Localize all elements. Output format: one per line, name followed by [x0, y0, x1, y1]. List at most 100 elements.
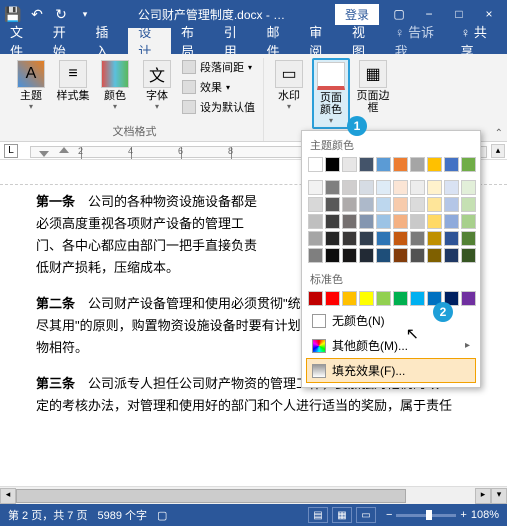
- tab-share[interactable]: ♀ 共享: [451, 28, 507, 54]
- color-swatch[interactable]: [393, 197, 408, 212]
- horizontal-scrollbar[interactable]: ◂ ▸ ▾: [0, 486, 507, 504]
- qat-dropdown-icon[interactable]: ▾: [76, 5, 94, 23]
- page-border-button[interactable]: ▦ 页面边框: [354, 58, 392, 116]
- color-swatch[interactable]: [359, 248, 374, 263]
- tab-design[interactable]: 设计: [128, 28, 171, 54]
- color-swatch[interactable]: [410, 214, 425, 229]
- redo-icon[interactable]: ↻: [52, 5, 70, 23]
- color-swatch[interactable]: [410, 248, 425, 263]
- first-line-indent[interactable]: [59, 147, 69, 153]
- color-swatch[interactable]: [410, 231, 425, 246]
- color-swatch[interactable]: [376, 248, 391, 263]
- color-swatch[interactable]: [325, 214, 340, 229]
- zoom-thumb[interactable]: [426, 510, 432, 520]
- scroll-right-icon[interactable]: ▸: [475, 488, 491, 504]
- tab-view[interactable]: 视图: [342, 28, 385, 54]
- set-default-button[interactable]: 设为默认值: [180, 98, 257, 116]
- maximize-button[interactable]: □: [445, 4, 473, 24]
- undo-icon[interactable]: ↶: [28, 5, 46, 23]
- stylesets-button[interactable]: ≡ 样式集: [54, 58, 92, 104]
- color-swatch[interactable]: [427, 197, 442, 212]
- page-indicator[interactable]: 第 2 页，共 7 页: [8, 507, 87, 523]
- scroll-down-icon[interactable]: ▾: [491, 488, 507, 504]
- color-swatch[interactable]: [342, 214, 357, 229]
- color-swatch[interactable]: [461, 291, 476, 306]
- fill-effects-item[interactable]: 填充效果(F)...: [306, 358, 476, 383]
- color-swatch[interactable]: [325, 180, 340, 195]
- scroll-up-icon[interactable]: ▴: [491, 144, 505, 158]
- color-swatch[interactable]: [410, 197, 425, 212]
- color-swatch[interactable]: [308, 197, 323, 212]
- watermark-button[interactable]: ▭ 水印 ▾: [270, 58, 308, 113]
- minimize-button[interactable]: −: [415, 4, 443, 24]
- tab-insert[interactable]: 插入: [86, 28, 129, 54]
- read-mode-icon[interactable]: ▤: [308, 507, 328, 523]
- color-swatch[interactable]: [410, 291, 425, 306]
- word-count[interactable]: 5989 个字: [97, 507, 147, 523]
- web-layout-icon[interactable]: ▭: [356, 507, 376, 523]
- color-swatch[interactable]: [376, 231, 391, 246]
- color-swatch[interactable]: [342, 248, 357, 263]
- color-swatch[interactable]: [444, 197, 459, 212]
- color-swatch[interactable]: [393, 214, 408, 229]
- tab-layout[interactable]: 布局: [171, 28, 214, 54]
- color-swatch[interactable]: [325, 197, 340, 212]
- color-swatch[interactable]: [342, 291, 357, 306]
- color-swatch[interactable]: [308, 214, 323, 229]
- color-swatch[interactable]: [461, 157, 476, 172]
- color-swatch[interactable]: [393, 180, 408, 195]
- color-swatch[interactable]: [308, 180, 323, 195]
- color-swatch[interactable]: [393, 231, 408, 246]
- zoom-level[interactable]: 108%: [471, 509, 499, 521]
- tab-review[interactable]: 审阅: [299, 28, 342, 54]
- color-swatch[interactable]: [444, 214, 459, 229]
- color-swatch[interactable]: [444, 157, 459, 172]
- color-swatch[interactable]: [393, 248, 408, 263]
- color-swatch[interactable]: [461, 214, 476, 229]
- color-swatch[interactable]: [376, 157, 391, 172]
- color-swatch[interactable]: [325, 157, 340, 172]
- effects-button[interactable]: 效果▾: [180, 78, 257, 96]
- color-swatch[interactable]: [325, 291, 340, 306]
- color-swatch[interactable]: [393, 291, 408, 306]
- themes-button[interactable]: A 主题 ▾: [12, 58, 50, 113]
- color-swatch[interactable]: [410, 180, 425, 195]
- collapse-ribbon-icon[interactable]: ⌃: [495, 128, 503, 139]
- color-swatch[interactable]: [308, 291, 323, 306]
- para-spacing-button[interactable]: 段落间距▾: [180, 58, 257, 76]
- print-layout-icon[interactable]: ▦: [332, 507, 352, 523]
- page-color-button[interactable]: 页面颜色 ▾: [312, 58, 350, 129]
- tab-references[interactable]: 引用: [214, 28, 257, 54]
- fonts-button[interactable]: 文 字体 ▾: [138, 58, 176, 113]
- color-swatch[interactable]: [427, 214, 442, 229]
- color-swatch[interactable]: [359, 214, 374, 229]
- color-swatch[interactable]: [342, 231, 357, 246]
- ribbon-options-icon[interactable]: ▢: [385, 4, 413, 24]
- color-swatch[interactable]: [359, 157, 374, 172]
- color-swatch[interactable]: [444, 248, 459, 263]
- color-swatch[interactable]: [444, 231, 459, 246]
- zoom-slider[interactable]: [396, 514, 456, 517]
- color-swatch[interactable]: [444, 180, 459, 195]
- color-swatch[interactable]: [342, 180, 357, 195]
- tab-home[interactable]: 开始: [43, 28, 86, 54]
- tab-file[interactable]: 文件: [0, 28, 43, 54]
- color-swatch[interactable]: [427, 157, 442, 172]
- close-button[interactable]: ×: [475, 4, 503, 24]
- color-swatch[interactable]: [427, 231, 442, 246]
- save-icon[interactable]: 💾: [4, 5, 22, 23]
- color-swatch[interactable]: [461, 180, 476, 195]
- color-swatch[interactable]: [376, 197, 391, 212]
- zoom-out-button[interactable]: −: [386, 509, 392, 521]
- tab-tell-me[interactable]: ♀ 告诉我: [385, 28, 451, 54]
- color-swatch[interactable]: [359, 197, 374, 212]
- color-swatch[interactable]: [376, 291, 391, 306]
- color-swatch[interactable]: [359, 291, 374, 306]
- color-swatch[interactable]: [359, 231, 374, 246]
- tab-mail[interactable]: 邮件: [257, 28, 300, 54]
- color-swatch[interactable]: [427, 248, 442, 263]
- color-swatch[interactable]: [308, 231, 323, 246]
- more-colors-item[interactable]: 其他颜色(M)...▸: [306, 333, 476, 358]
- color-swatch[interactable]: [308, 248, 323, 263]
- scroll-thumb[interactable]: [16, 489, 406, 503]
